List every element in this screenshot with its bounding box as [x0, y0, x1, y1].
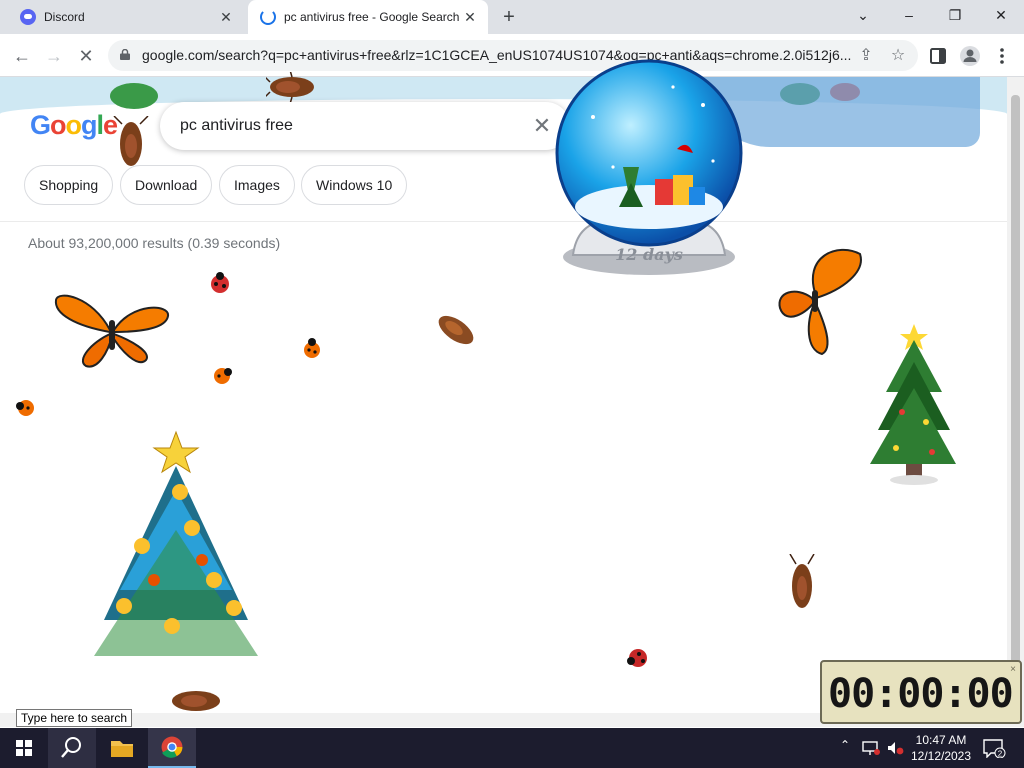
- logo-letter: o: [50, 110, 66, 140]
- cockroach-icon: [438, 315, 474, 345]
- search-icon[interactable]: [48, 728, 96, 768]
- windows-start-icon[interactable]: [0, 728, 48, 768]
- scrollbar-thumb[interactable]: [1011, 95, 1020, 695]
- tab-strip: Discord ✕ pc antivirus free - Google Sea…: [0, 0, 1024, 34]
- bookmark-star-icon[interactable]: ☆: [884, 42, 912, 70]
- ladybug-icon: [627, 649, 647, 667]
- tab-google-search[interactable]: pc antivirus free - Google Search ✕: [248, 0, 488, 34]
- butterfly-icon: [54, 294, 169, 368]
- loading-spinner-icon: [260, 9, 276, 25]
- search-box[interactable]: pc antivirus free ✕: [160, 102, 570, 150]
- result-stats: About 93,200,000 results (0.39 seconds): [28, 235, 281, 251]
- chip-download[interactable]: Download: [120, 165, 213, 205]
- network-icon[interactable]: [862, 740, 880, 756]
- chip-windows-10[interactable]: Windows 10: [301, 165, 408, 205]
- header-divider: [0, 221, 1007, 222]
- lock-icon: [120, 49, 130, 60]
- google-logo[interactable]: Google: [30, 110, 118, 141]
- countdown-timer-widget[interactable]: 00:00:00 ×: [820, 660, 1022, 724]
- clock-date: 12/12/2023: [910, 749, 972, 763]
- tab-close-icon[interactable]: ✕: [218, 9, 234, 25]
- share-icon[interactable]: ⇪: [852, 42, 880, 70]
- forward-button[interactable]: →: [40, 42, 68, 70]
- discord-icon: [20, 9, 36, 25]
- address-url[interactable]: google.com/search?q=pc+antivirus+free&rl…: [142, 40, 852, 71]
- logo-letter: G: [30, 110, 51, 140]
- chrome-menu-icon[interactable]: [988, 42, 1016, 70]
- tab-search-button[interactable]: ⌄: [840, 0, 886, 30]
- address-bar[interactable]: google.com/search?q=pc+antivirus+free&rl…: [108, 40, 918, 71]
- ladybug-icon: [16, 400, 34, 416]
- volume-muted-icon[interactable]: [886, 740, 904, 756]
- chip-shopping[interactable]: Shopping: [24, 165, 114, 205]
- clear-search-icon[interactable]: ✕: [530, 114, 554, 138]
- profile-avatar-icon[interactable]: [956, 42, 984, 70]
- logo-letter: o: [65, 110, 82, 140]
- chrome-taskbar-icon[interactable]: [148, 728, 196, 768]
- snow-globe-icon[interactable]: 12 days: [553, 57, 745, 281]
- stop-loading-button[interactable]: ✕: [72, 42, 100, 70]
- cockroach-icon: [172, 691, 220, 711]
- browser-toolbar: ← → ✕ google.com/search?q=pc+antivirus+f…: [0, 34, 1024, 77]
- ladybug-icon: [214, 368, 232, 384]
- butterfly-icon: [778, 248, 862, 356]
- notification-count: 2: [998, 749, 1003, 758]
- christmas-tree-icon: [94, 430, 258, 656]
- new-tab-button[interactable]: +: [498, 6, 520, 28]
- clock-time: 10:47 AM: [915, 733, 967, 747]
- close-window-button[interactable]: ✕: [978, 0, 1024, 30]
- file-explorer-icon[interactable]: [98, 728, 146, 768]
- ladybug-icon: [211, 272, 229, 293]
- side-panel-icon[interactable]: [924, 42, 952, 70]
- christmas-tree-icon: [870, 324, 956, 485]
- cockroach-icon: [266, 72, 314, 102]
- tab-close-icon[interactable]: ✕: [462, 9, 478, 25]
- taskbar: ⌃ 10:47 AM 12/12/2023 2: [0, 728, 1024, 768]
- search-tooltip: Type here to search: [16, 709, 133, 727]
- logo-letter: g: [81, 110, 97, 140]
- tab-discord[interactable]: Discord ✕: [8, 0, 244, 34]
- search-input[interactable]: pc antivirus free: [180, 102, 293, 150]
- tray-overflow-icon[interactable]: ⌃: [840, 738, 850, 752]
- cockroach-icon: [113, 116, 149, 166]
- screen: Discord ✕ pc antivirus free - Google Sea…: [0, 0, 1024, 768]
- back-button[interactable]: ←: [8, 42, 36, 70]
- cockroach-icon: [789, 554, 815, 608]
- notification-center-icon[interactable]: 2: [982, 738, 1006, 758]
- chip-images[interactable]: Images: [219, 165, 295, 205]
- system-clock[interactable]: 10:47 AM 12/12/2023: [905, 732, 977, 764]
- restore-button[interactable]: ❐: [932, 0, 978, 30]
- minimize-button[interactable]: –: [886, 0, 932, 30]
- timer-value: 00:00:00: [828, 671, 1014, 717]
- tab-title: pc antivirus free - Google Search: [284, 10, 460, 24]
- timer-close-icon[interactable]: ×: [1010, 664, 1016, 675]
- ladybug-icon: [304, 338, 320, 358]
- tab-title: Discord: [44, 10, 85, 24]
- globe-label: 12 days: [615, 245, 683, 264]
- vertical-scrollbar[interactable]: [1007, 77, 1024, 727]
